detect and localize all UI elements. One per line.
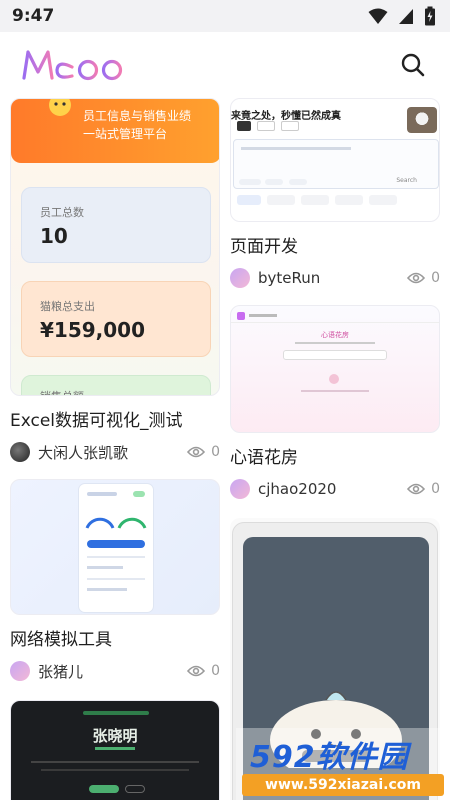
status-time: 9:47: [12, 6, 55, 26]
watermark-url: www.592xiazai.com: [242, 774, 444, 796]
preview-banner: 员工信息与销售业绩 一站式管理平台: [11, 99, 219, 163]
gauge-graphic: [85, 517, 147, 529]
watermark-brand: 592软件园: [250, 740, 409, 775]
view-count: 0: [187, 444, 220, 460]
avatar: [10, 661, 30, 681]
project-preview[interactable]: 来竟之处，秒懂已然成真 Search: [230, 98, 440, 222]
author-name: byteRun: [258, 269, 321, 287]
avatar: [230, 479, 250, 499]
project-card[interactable]: 张晓明: [10, 700, 220, 800]
view-count: 0: [407, 270, 440, 286]
eye-icon: [187, 446, 206, 458]
view-count: 0: [407, 481, 440, 497]
project-title[interactable]: 网络模拟工具: [10, 625, 220, 650]
project-title[interactable]: Excel数据可视化_测试: [10, 406, 220, 431]
author-name: 张猪儿: [38, 662, 84, 681]
preview-name: 张晓明: [92, 727, 138, 745]
project-preview[interactable]: 员工信息与销售业绩 一站式管理平台 员工总数 10 猫粮总支出 ¥159,000…: [10, 98, 220, 396]
author[interactable]: 张猪儿: [10, 661, 83, 682]
stat-card-expense: 猫粮总支出 ¥159,000: [21, 281, 211, 357]
project-meta: cjhao2020 0: [230, 474, 440, 504]
status-icons: [368, 6, 436, 26]
project-meta: 大闲人张凯歌 0: [10, 437, 220, 467]
stat-label: 员工总数: [40, 206, 84, 219]
feed-column-right: 来竟之处，秒懂已然成真 Search 页面开发 byteRun 0 心语花房 心…: [230, 98, 440, 800]
project-preview[interactable]: 张晓明: [10, 700, 220, 800]
eye-icon: [407, 483, 426, 495]
project-meta: byteRun 0: [230, 263, 440, 293]
feed-column-left: 员工信息与销售业绩 一站式管理平台 员工总数 10 猫粮总支出 ¥159,000…: [10, 98, 220, 800]
preview-banner-line: 一站式管理平台: [83, 127, 168, 141]
stat-label: 猫粮总支出: [40, 300, 95, 313]
project-card[interactable]: 来竟之处，秒懂已然成真 Search 页面开发 byteRun 0: [230, 98, 440, 293]
stat-card-employees: 员工总数 10: [21, 187, 211, 263]
author[interactable]: byteRun: [230, 268, 320, 288]
project-meta: 张猪儿 0: [10, 656, 220, 686]
search-icon[interactable]: [400, 52, 426, 78]
project-feed[interactable]: 员工信息与销售业绩 一站式管理平台 员工总数 10 猫粮总支出 ¥159,000…: [0, 98, 450, 800]
view-count: 0: [187, 663, 220, 679]
avatar: [10, 442, 30, 462]
view-count-value: 0: [211, 444, 220, 460]
eye-icon: [187, 665, 206, 677]
author-name: cjhao2020: [258, 480, 337, 498]
preview-headline: 来竟之处，秒懂已然成真: [231, 111, 341, 122]
status-bar: 9:47: [0, 0, 450, 32]
preview-name: 心语花房: [321, 331, 349, 339]
project-title[interactable]: 页面开发: [230, 232, 440, 257]
preview-banner-line: 员工信息与销售业绩: [83, 109, 192, 123]
project-preview[interactable]: [10, 479, 220, 615]
wifi-icon: [368, 8, 388, 24]
view-count-value: 0: [431, 481, 440, 497]
stat-card-sales: 销售总额: [21, 375, 211, 395]
cat-face-icon: [49, 99, 71, 116]
project-card[interactable]: 员工信息与销售业绩 一站式管理平台 员工总数 10 猫粮总支出 ¥159,000…: [10, 98, 220, 467]
avatar: [230, 268, 250, 288]
app-header: [0, 32, 450, 98]
author[interactable]: 大闲人张凯歌: [10, 442, 128, 463]
eye-icon: [407, 272, 426, 284]
cat-photo: [407, 107, 437, 133]
project-title[interactable]: 心语花房: [230, 443, 440, 468]
stat-value: ¥159,000: [40, 318, 146, 342]
view-count-value: 0: [211, 663, 220, 679]
author[interactable]: cjhao2020: [230, 479, 336, 499]
phone-mockup: [79, 484, 153, 612]
preview-search-hint: Search: [396, 177, 417, 184]
stat-label: 销售总额: [40, 388, 84, 395]
app-logo[interactable]: [20, 46, 130, 84]
cellular-signal-icon: [399, 9, 413, 24]
watermark: 592软件园 www.592xiazai.com: [236, 728, 450, 800]
project-preview[interactable]: 心语花房: [230, 305, 440, 433]
view-count-value: 0: [431, 270, 440, 286]
battery-icon: [425, 6, 435, 26]
project-card[interactable]: 心语花房 心语花房 cjhao2020 0: [230, 305, 440, 504]
author-name: 大闲人张凯歌: [38, 443, 129, 462]
project-card[interactable]: 网络模拟工具 张猪儿 0: [10, 479, 220, 686]
stat-value: 10: [40, 224, 68, 248]
